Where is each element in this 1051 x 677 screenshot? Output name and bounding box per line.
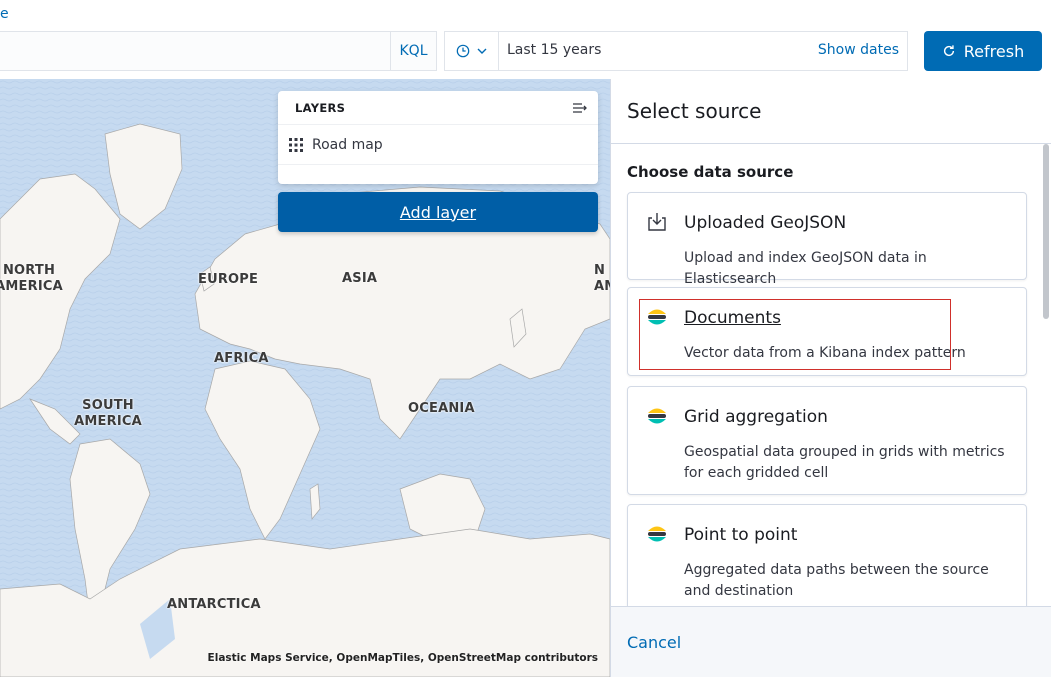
flyout-scrollbar[interactable]	[1043, 144, 1049, 319]
selection-highlight	[639, 299, 951, 370]
source-card-title: Point to point	[684, 525, 798, 545]
label-south-america: SOUTH AMERICA	[74, 398, 142, 429]
quick-select-button[interactable]	[445, 32, 499, 70]
label-asia: ASIA	[342, 271, 378, 286]
elastic-logo-icon	[648, 408, 666, 424]
source-card-description: Upload and index GeoJSON data in Elastic…	[684, 250, 927, 287]
select-source-flyout: Select source Choose data source Uploade…	[610, 79, 1051, 677]
top-link-fragment[interactable]: e	[0, 6, 9, 22]
elastic-logo-icon	[648, 526, 666, 542]
choose-data-source-heading: Choose data source	[627, 163, 794, 181]
date-picker[interactable]: Last 15 years Show dates	[444, 31, 908, 71]
label-europe: EUROPE	[198, 272, 259, 287]
source-card-description: Aggregated data paths between the source…	[684, 562, 989, 599]
kql-toggle-button[interactable]: KQL	[390, 32, 436, 70]
import-icon	[648, 213, 666, 231]
source-card-point-to-point[interactable]: Point to point Aggregated data paths bet…	[627, 504, 1027, 614]
show-dates-link[interactable]: Show dates	[818, 42, 899, 58]
source-card-title: Uploaded GeoJSON	[684, 213, 847, 233]
label-right-edge: N AM	[594, 263, 610, 294]
layer-control-header: LAYERS	[278, 91, 598, 125]
maps-app: e KQL Last 15 years Show dates Refresh N…	[0, 0, 1051, 677]
layer-row-road-map[interactable]: Road map	[278, 125, 598, 165]
query-bar: KQL Last 15 years Show dates Refresh	[0, 31, 1051, 71]
layer-control-title: LAYERS	[295, 100, 346, 115]
refresh-button[interactable]: Refresh	[924, 31, 1042, 71]
layer-name: Road map	[312, 136, 383, 153]
flyout-divider	[611, 143, 1051, 144]
label-antarctica: ANTARCTICA	[167, 597, 261, 612]
map-attribution[interactable]: Elastic Maps Service, OpenMapTiles, Open…	[208, 652, 598, 664]
label-africa: AFRICA	[214, 351, 269, 366]
search-input[interactable]: KQL	[0, 31, 437, 71]
refresh-icon	[943, 45, 954, 57]
source-card-grid-aggregation[interactable]: Grid aggregation Geospatial data grouped…	[627, 386, 1027, 495]
clock-icon	[456, 44, 469, 58]
source-card-description: Geospatial data grouped in grids with me…	[684, 444, 1005, 481]
label-north-america: NORTH AMERICA	[0, 263, 63, 294]
flyout-footer: Cancel	[611, 606, 1051, 677]
date-range-label[interactable]: Last 15 years	[507, 42, 601, 58]
layer-control-panel: LAYERS Road map	[278, 91, 598, 184]
add-layer-button[interactable]: Add layer	[278, 192, 598, 232]
source-card-uploaded-geojson[interactable]: Uploaded GeoJSON Upload and index GeoJSO…	[627, 192, 1027, 287]
source-card-title: Grid aggregation	[684, 407, 828, 427]
collapse-menu-icon[interactable]	[572, 101, 588, 115]
grid-icon	[289, 137, 303, 152]
label-oceania: OCEANIA	[408, 401, 475, 416]
refresh-label: Refresh	[963, 41, 1025, 61]
cancel-button[interactable]: Cancel	[627, 633, 681, 652]
flyout-title: Select source	[627, 99, 762, 123]
chevron-down-icon	[477, 48, 486, 54]
